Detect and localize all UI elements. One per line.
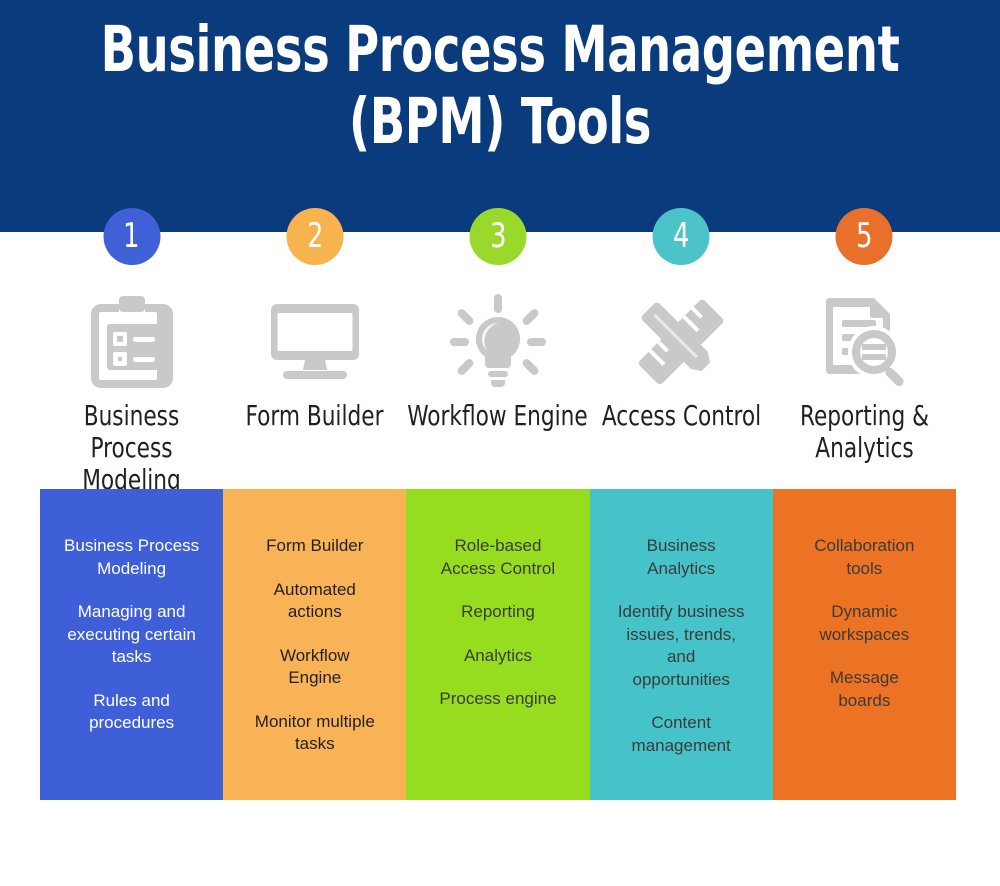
list-item: Reporting [461, 602, 535, 621]
list-item: Dynamic workspaces [819, 602, 910, 644]
column-2-label: Form Builder [245, 399, 384, 432]
column-4: 4 Access Control Business Analytics Iden… [589, 208, 773, 808]
list-item: Analytics [463, 645, 532, 665]
list-item: Business Process Modeling [64, 536, 200, 578]
number-badge-1-label: 1 [123, 215, 140, 256]
lightbulb-icon [406, 292, 589, 392]
list-item: Workflow Engine [279, 645, 350, 688]
pencil-ruler-icon [590, 292, 773, 392]
number-badge-4-label: 4 [672, 215, 690, 256]
list-item: Monitor multiple tasks [254, 711, 375, 754]
column-4-panel: Business Analytics Identify business iss… [589, 489, 773, 800]
number-badge-5: 5 [835, 208, 893, 265]
column-5: 5 Reporting & Analytics Collaboration to… [772, 208, 956, 808]
list-item: Collaboration tools [814, 536, 915, 578]
column-5-label: Reporting & Analytics [799, 399, 929, 464]
list-item: Rules and procedures [89, 690, 175, 733]
number-badge-1: 1 [103, 208, 161, 265]
column-5-panel: Collaboration tools Dynamic workspaces M… [772, 489, 956, 800]
number-badge-3-label: 3 [489, 215, 507, 256]
column-2-panel: Form Builder Automated actions Workflow … [223, 489, 407, 800]
page-title: Business Process Management (BPM) Tools [100, 13, 900, 158]
column-4-label: Access Control [601, 399, 761, 432]
clipboard-checklist-icon [40, 292, 223, 392]
column-3-label: Workflow Engine [407, 399, 589, 432]
number-badge-3: 3 [469, 208, 527, 265]
list-item: Identify business issues, trends, and op… [617, 602, 745, 689]
monitor-icon [223, 292, 406, 392]
bpm-tools-infographic: Business Process Management (BPM) Tools … [0, 0, 1000, 886]
number-badge-5-label: 5 [856, 215, 873, 256]
columns-container: 1 Business Process Modeling Business Pro… [40, 208, 956, 808]
column-3-panel: Role-based Access Control Reporting Anal… [406, 489, 590, 800]
list-item: Automated actions [273, 579, 356, 622]
list-item: Business Analytics [646, 536, 716, 578]
number-badge-2-label: 2 [306, 215, 324, 256]
column-2: 2 Form Builder Form Builder Automated ac… [223, 208, 407, 808]
column-1: 1 Business Process Modeling Business Pro… [40, 208, 224, 808]
list-item: Message boards [829, 668, 899, 710]
document-search-icon [773, 292, 956, 392]
list-item: Managing and executing certain tasks [67, 602, 196, 666]
column-1-label: Business Process Modeling [82, 399, 181, 496]
number-badge-2: 2 [286, 208, 344, 265]
list-item: Process engine [439, 689, 557, 708]
number-badge-4: 4 [652, 208, 710, 265]
column-1-panel: Business Process Modeling Managing and e… [40, 489, 224, 800]
list-item: Role-based Access Control [440, 536, 556, 578]
list-item: Content management [631, 713, 731, 755]
column-3: 3 Workflow Engine Role-based Access Cont… [406, 208, 590, 808]
list-item: Form Builder [266, 536, 364, 555]
